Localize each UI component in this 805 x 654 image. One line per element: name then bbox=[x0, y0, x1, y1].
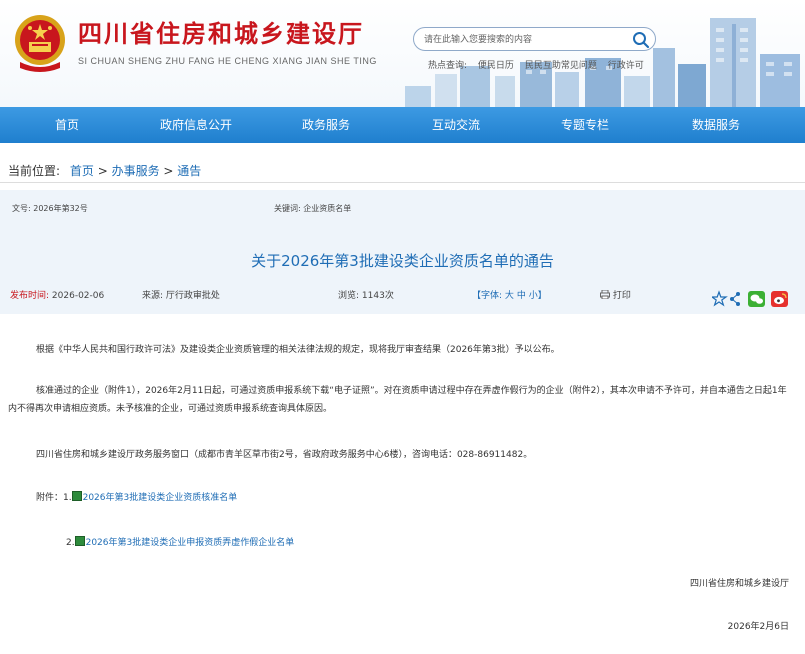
font-size-end: 】 bbox=[537, 291, 547, 301]
favorite-icon[interactable] bbox=[712, 290, 728, 307]
hot-link[interactable]: 行政许可 bbox=[608, 61, 644, 71]
hot-link[interactable]: 民民互助常见问题 bbox=[525, 61, 597, 71]
breadcrumb-label: 当前位置: bbox=[8, 164, 61, 178]
source-label: 来源: bbox=[142, 291, 164, 301]
breadcrumb-separator: > bbox=[159, 164, 178, 178]
hot-links-label: 热点查询: bbox=[428, 61, 468, 71]
share-icon[interactable] bbox=[730, 292, 740, 306]
doc-number: 文号: 2026年第32号 bbox=[12, 204, 88, 213]
view-count-value: 1143次 bbox=[361, 291, 394, 301]
excel-file-icon bbox=[71, 491, 82, 501]
print-label[interactable]: 打印 bbox=[613, 291, 631, 301]
view-count: 浏览: 1143次 bbox=[338, 288, 394, 301]
breadcrumb-section[interactable]: 办事服务 bbox=[112, 164, 160, 178]
publish-date-label: 发布时间: bbox=[10, 291, 50, 301]
font-size-medium[interactable]: 中 bbox=[517, 291, 526, 301]
site-subtitle: SI CHUAN SHENG ZHU FANG HE CHENG XIANG J… bbox=[78, 56, 377, 66]
breadcrumb-current[interactable]: 通告 bbox=[177, 164, 201, 178]
search-input[interactable] bbox=[424, 31, 629, 48]
view-count-label: 浏览: bbox=[338, 291, 360, 301]
hot-link[interactable]: 便民日历 bbox=[478, 61, 514, 71]
article-paragraph: 根据《中华人民共和国行政许可法》及建设类企业资质管理的相关法律法规的规定，现将我… bbox=[36, 345, 560, 355]
main-nav: 首页 政府信息公开 政务服务 互动交流 专题专栏 数据服务 bbox=[0, 107, 805, 143]
article-paragraph: 四川省住房和城乡建设厅政务服务窗口（成都市青羊区草市街2号，省政府政务服务中心6… bbox=[36, 450, 533, 460]
issue-date: 2026年2月6日 bbox=[727, 622, 789, 632]
site-title: 四川省住房和城乡建设厅 bbox=[78, 19, 364, 48]
keywords: 关键词: 企业资质名单 bbox=[274, 204, 352, 213]
search-icon[interactable] bbox=[631, 30, 651, 50]
issuer-signature: 四川省住房和城乡建设厅 bbox=[689, 579, 789, 589]
breadcrumb-separator: > bbox=[93, 164, 112, 178]
attachment-label: 附件：1. bbox=[36, 493, 72, 503]
article-paragraph: 核准通过的企业（附件1），2026年2月11日起，可通过资质申报系统下载“电子证… bbox=[8, 386, 787, 414]
publish-date: 发布时间: 2026-02-06 bbox=[10, 288, 104, 301]
wechat-icon[interactable] bbox=[748, 291, 765, 307]
nav-item-interaction[interactable]: 互动交流 bbox=[432, 107, 480, 143]
publish-date-value: 2026-02-06 bbox=[51, 291, 105, 301]
nav-item-home[interactable]: 首页 bbox=[55, 107, 79, 143]
source: 来源: 厅行政审批处 bbox=[142, 288, 220, 301]
font-size-controls: 【字体: 大 中 小】 bbox=[472, 288, 547, 301]
breadcrumb: 当前位置: 首页 > 办事服务 > 通告 bbox=[8, 162, 201, 179]
weibo-icon[interactable] bbox=[771, 291, 788, 307]
national-emblem-icon bbox=[15, 15, 65, 72]
nav-item-gov-info[interactable]: 政府信息公开 bbox=[160, 107, 232, 143]
attachment-link[interactable]: 2026年第3批建设类企业资质核准名单 bbox=[83, 493, 238, 503]
hot-links: 热点查询: 便民日历 民民互助常见问题 行政许可 bbox=[428, 58, 652, 71]
nav-item-data[interactable]: 数据服务 bbox=[692, 107, 740, 143]
search-box bbox=[413, 27, 656, 51]
attachment-item: 附件：1. 2026年第3批建设类企业资质核准名单 bbox=[36, 490, 237, 503]
nav-item-gov-service[interactable]: 政务服务 bbox=[302, 107, 350, 143]
article-title: 关于2026年第3批建设类企业资质名单的通告 bbox=[251, 252, 554, 270]
font-size-small[interactable]: 小 bbox=[529, 291, 538, 301]
divider bbox=[0, 182, 805, 183]
breadcrumb-home[interactable]: 首页 bbox=[70, 164, 94, 178]
printer-icon bbox=[600, 289, 610, 300]
site-header: 四川省住房和城乡建设厅 SI CHUAN SHENG ZHU FANG HE C… bbox=[0, 0, 805, 107]
print-button[interactable]: 打印 bbox=[600, 288, 631, 301]
font-size-large[interactable]: 大 bbox=[505, 291, 514, 301]
attachment-item: 2. 2026年第3批建设类企业申报资质弄虚作假企业名单 bbox=[66, 535, 294, 548]
share-bar bbox=[712, 290, 788, 307]
source-value: 厅行政审批处 bbox=[165, 291, 220, 301]
excel-file-icon bbox=[74, 536, 85, 546]
font-size-label: 【字体: bbox=[472, 291, 503, 301]
nav-item-topics[interactable]: 专题专栏 bbox=[561, 107, 609, 143]
attachment-number: 2. bbox=[66, 538, 75, 548]
attachment-link[interactable]: 2026年第3批建设类企业申报资质弄虚作假企业名单 bbox=[86, 538, 295, 548]
